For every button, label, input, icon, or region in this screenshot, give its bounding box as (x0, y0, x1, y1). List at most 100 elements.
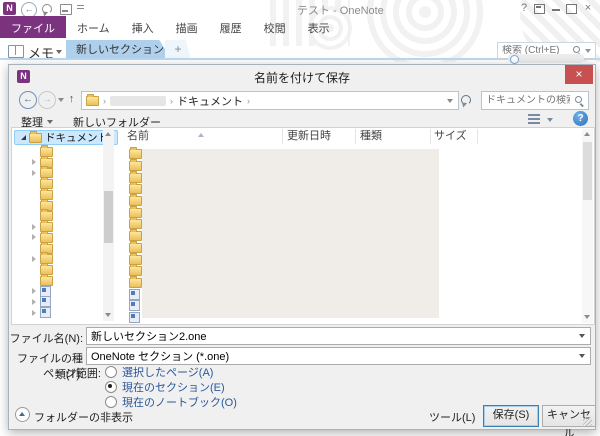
radio-current-section[interactable]: 現在のセクション(E) (105, 379, 225, 395)
search-icon (574, 95, 585, 106)
tree-row[interactable] (18, 168, 102, 179)
tab-view[interactable]: 表示 (297, 16, 341, 38)
expander-icon[interactable] (32, 256, 36, 262)
shortcut-icon (40, 307, 51, 318)
combo-chevron-icon[interactable] (579, 334, 585, 338)
tree-row[interactable] (18, 264, 102, 275)
tree-row[interactable] (18, 275, 102, 286)
tree-row[interactable] (18, 200, 102, 211)
nav-forward-button[interactable]: → (38, 91, 56, 109)
expander-icon[interactable] (32, 224, 36, 230)
tab-draw[interactable]: 描画 (165, 16, 209, 38)
radio-label: 選択したページ(A) (122, 364, 213, 380)
tree-row[interactable] (18, 297, 102, 308)
column-header-modified[interactable]: 更新日時 (287, 128, 331, 145)
column-header-name[interactable]: 名前 (127, 128, 149, 145)
address-dropdown-chevron-icon[interactable] (447, 99, 453, 103)
add-page-icon (510, 55, 519, 64)
chevron-down-icon[interactable] (56, 50, 62, 54)
column-separator[interactable] (355, 129, 356, 144)
radio-icon[interactable] (105, 366, 117, 378)
change-view-icon[interactable] (528, 114, 540, 116)
ribbon-display-options-icon[interactable] (534, 4, 545, 14)
tab-insert[interactable]: 挿入 (121, 16, 165, 38)
tree-row[interactable] (18, 221, 102, 232)
radio-selected-pages[interactable]: 選択したページ(A) (105, 364, 213, 380)
scroll-up-icon[interactable] (105, 132, 111, 136)
tools-button[interactable]: ツール(L) (429, 409, 489, 425)
expander-icon[interactable] (32, 310, 36, 316)
dialog-close-icon[interactable]: × (565, 65, 593, 84)
column-separator[interactable] (282, 129, 283, 144)
expander-icon[interactable] (32, 170, 36, 176)
folder-icon (29, 133, 42, 143)
tree-row[interactable] (18, 178, 102, 189)
help-icon[interactable]: ? (573, 111, 588, 126)
shortcut-icon (129, 312, 140, 323)
column-header-size[interactable]: サイズ (434, 128, 467, 145)
column-separator[interactable] (477, 129, 478, 144)
scrollbar-thumb[interactable] (583, 142, 592, 200)
radio-icon[interactable] (105, 396, 117, 408)
expander-icon[interactable] (32, 299, 36, 305)
file-type-select[interactable]: OneNote セクション (*.one) (86, 347, 591, 365)
breadcrumb-redacted-segment[interactable] (110, 96, 166, 106)
scroll-up-icon[interactable] (584, 132, 590, 136)
tree-row[interactable] (18, 254, 102, 265)
tree-item-label: ドキュメント (45, 130, 108, 145)
breadcrumb-documents[interactable]: ドキュメント (177, 93, 243, 109)
quick-access-customize-icon[interactable] (77, 5, 84, 9)
minimize-icon[interactable] (552, 9, 560, 11)
redacted-file-names (142, 149, 439, 318)
expander-icon[interactable] (32, 288, 36, 294)
scroll-down-icon[interactable] (105, 313, 111, 317)
save-button[interactable]: 保存(S) (483, 405, 539, 427)
folder-icon (129, 255, 142, 265)
tree-row[interactable] (18, 243, 102, 254)
recent-locations-chevron-icon[interactable] (58, 98, 64, 102)
tree-row[interactable] (18, 157, 102, 168)
hide-folders-toggle-icon[interactable] (15, 407, 30, 422)
tree-scrollbar[interactable] (103, 129, 114, 321)
search-scope-chevron-icon[interactable] (585, 49, 591, 53)
list-scrollbar[interactable] (582, 129, 593, 323)
scrollbar-thumb[interactable] (104, 191, 113, 243)
dialog-search-input[interactable] (482, 95, 570, 106)
tree-row[interactable] (18, 286, 102, 297)
tab-file[interactable]: ファイル (0, 16, 66, 38)
up-one-level-button[interactable]: ↑ (65, 91, 78, 107)
hide-folders-label[interactable]: フォルダーの非表示 (34, 409, 133, 425)
tree-row[interactable] (18, 146, 102, 157)
section-tab[interactable]: 新しいセクション 1 (66, 40, 172, 60)
maximize-icon[interactable] (566, 4, 577, 14)
view-options-chevron-icon[interactable] (547, 118, 553, 122)
tree-row[interactable] (18, 307, 102, 318)
scroll-down-icon[interactable] (584, 315, 590, 319)
tab-review[interactable]: 校閲 (253, 16, 297, 38)
address-bar[interactable]: › › ドキュメント › (81, 91, 459, 110)
tree-row[interactable] (18, 189, 102, 200)
tab-home[interactable]: ホーム (66, 16, 121, 38)
combo-chevron-icon[interactable] (579, 354, 585, 358)
radio-selected-icon[interactable] (105, 381, 117, 393)
folder-icon (129, 231, 142, 241)
tree-row[interactable] (18, 211, 102, 222)
touch-mode-icon[interactable] (60, 4, 72, 15)
window-help-icon[interactable]: ? (517, 2, 531, 15)
tree-row[interactable] (18, 232, 102, 243)
nav-back-button[interactable]: ← (19, 91, 37, 109)
new-section-tab[interactable]: + (165, 40, 191, 60)
expander-icon[interactable] (32, 159, 36, 165)
expander-icon[interactable] (32, 234, 36, 240)
radio-label: 現在のセクション(E) (122, 379, 225, 395)
file-name-input[interactable] (87, 330, 579, 342)
resize-grip[interactable] (583, 417, 592, 426)
column-separator[interactable] (430, 129, 431, 144)
expander-open-icon[interactable] (21, 135, 26, 140)
refresh-icon[interactable] (461, 95, 471, 105)
radio-current-notebook[interactable]: 現在のノートブック(O) (105, 394, 237, 410)
window-close-icon[interactable]: × (581, 2, 595, 15)
tab-history[interactable]: 履歴 (209, 16, 253, 38)
column-header-type[interactable]: 種類 (360, 128, 382, 145)
undo-icon[interactable] (42, 4, 52, 14)
